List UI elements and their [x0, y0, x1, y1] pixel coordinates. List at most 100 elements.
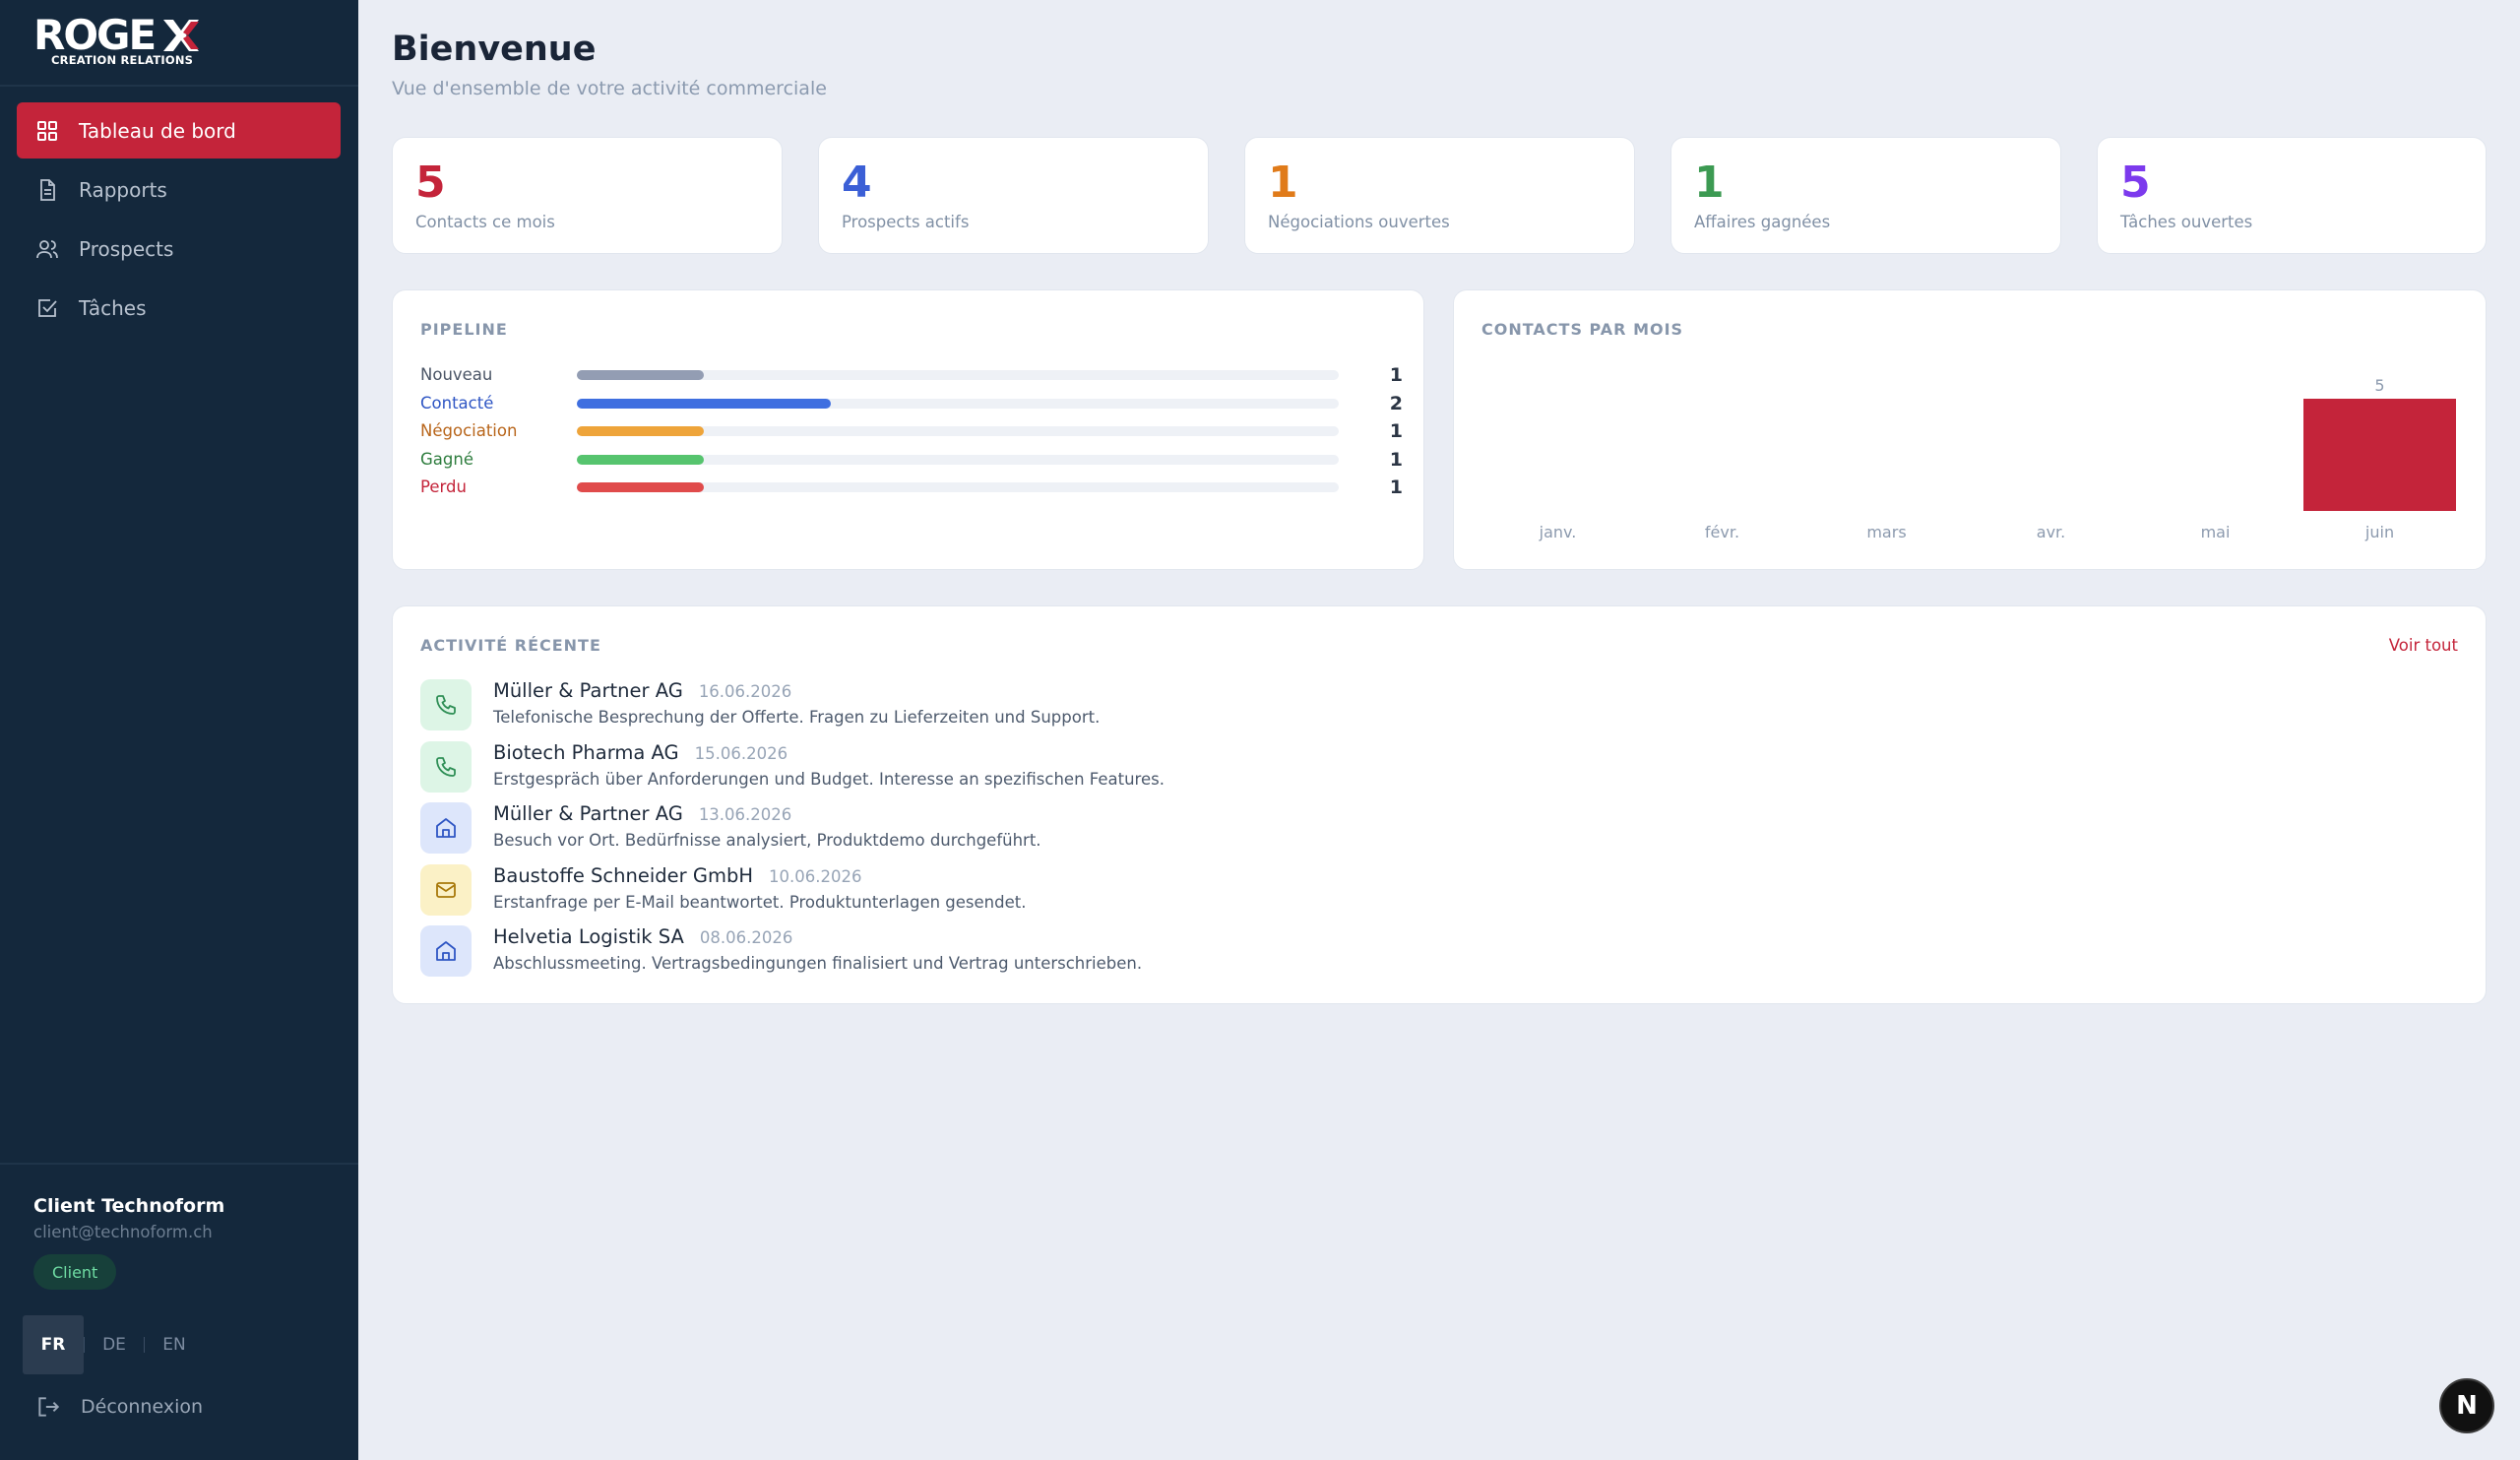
- see-all-link[interactable]: Voir tout: [2389, 636, 2458, 655]
- stat-card-won-deals: 1 Affaires gagnées: [1670, 137, 2061, 254]
- pipeline-track: [577, 454, 1339, 465]
- pipeline-stage-label: Gagné: [420, 449, 473, 469]
- home-icon: [420, 925, 472, 977]
- stat-label: Négociations ouvertes: [1268, 213, 1450, 231]
- sidebar-item-dashboard[interactable]: Tableau de bord: [17, 102, 341, 159]
- brand-name: ROGE: [33, 11, 157, 59]
- pipeline-stage-count: 2: [1389, 392, 1403, 414]
- pipeline-stage-count: 1: [1389, 448, 1403, 471]
- pipeline-stage-label: Négociation: [420, 421, 518, 440]
- sidebar-divider: [0, 1163, 358, 1165]
- stat-value: 5: [415, 158, 446, 208]
- pipeline-bar: [577, 370, 704, 380]
- pipeline-stage-label: Contacté: [420, 393, 494, 413]
- pipeline-track: [577, 398, 1339, 409]
- stat-label: Affaires gagnées: [1694, 213, 1831, 231]
- bar-column: [1646, 373, 1798, 511]
- activity-description: Telefonische Besprechung der Offerte. Fr…: [493, 708, 1101, 727]
- users-icon: [35, 237, 59, 261]
- stat-card-negotiations: 1 Négociations ouvertes: [1244, 137, 1635, 254]
- home-icon: [420, 802, 472, 854]
- activity-date: 16.06.2026: [698, 682, 792, 701]
- stat-card-tasks: 5 Tâches ouvertes: [2097, 137, 2487, 254]
- logout-icon: [38, 1397, 60, 1417]
- pipeline-stage-count: 1: [1389, 364, 1403, 386]
- page-subtitle: Vue d'ensemble de votre activité commerc…: [392, 78, 827, 99]
- sidebar-item-label: Tableau de bord: [79, 118, 236, 143]
- pipeline-bar: [577, 426, 704, 436]
- activity-description: Besuch vor Ort. Bedürfnisse analysiert, …: [493, 831, 1041, 850]
- stat-value: 1: [1694, 158, 1725, 208]
- stat-label: Tâches ouvertes: [2120, 213, 2253, 231]
- activity-company-name: Müller & Partner AG: [493, 679, 683, 702]
- sidebar-item-tasks[interactable]: Tâches: [17, 280, 341, 336]
- x-tick-label: janv.: [1539, 523, 1577, 541]
- pipeline-bar: [577, 398, 831, 409]
- bar-column: [1810, 373, 1963, 511]
- activity-title: ACTIVITÉ RÉCENTE: [420, 636, 601, 655]
- sidebar: ROGE CREATION RELATIONS Tableau de bord …: [0, 0, 358, 1460]
- activity-item[interactable]: Müller & Partner AG 13.06.2026 Besuch vor …: [420, 802, 1897, 857]
- bar-column: [1975, 373, 2127, 511]
- checkbox-icon: [35, 296, 59, 320]
- activity-item[interactable]: Müller & Partner AG 16.06.2026 Telefonisch…: [420, 679, 1897, 734]
- activity-company-name: Biotech Pharma AG: [493, 740, 679, 764]
- stat-value: 4: [842, 158, 872, 208]
- user-name: Client Technoform: [33, 1195, 225, 1217]
- activity-date: 15.06.2026: [694, 743, 788, 763]
- bar-value-label: 5: [2374, 376, 2385, 395]
- activity-description: Abschlussmeeting. Vertragsbedingungen fi…: [493, 954, 1143, 973]
- x-tick-label: mai: [2200, 523, 2231, 541]
- role-badge: Client: [33, 1254, 117, 1290]
- stat-label: Prospects actifs: [842, 213, 970, 231]
- user-email: client@technoform.ch: [33, 1223, 213, 1241]
- sidebar-item-reports[interactable]: Rapports: [17, 161, 341, 218]
- pipeline-stage-label: Nouveau: [420, 365, 493, 384]
- pipeline-stage-label: Perdu: [420, 477, 467, 496]
- activity-company: Biotech Pharma AG 15.06.2026: [493, 741, 788, 764]
- lang-de-button[interactable]: DE: [85, 1315, 144, 1374]
- x-tick-label: avr.: [2036, 523, 2066, 541]
- pipeline-bar: [577, 482, 704, 492]
- bar-column: [2139, 373, 2292, 511]
- pipeline-track: [577, 370, 1339, 380]
- pipeline-row: Gagné 1: [420, 446, 1405, 474]
- activity-company: Helvetia Logistik SA 08.06.2026: [493, 925, 792, 948]
- language-switcher: FR DE EN: [23, 1315, 204, 1374]
- pipeline-track: [577, 426, 1339, 436]
- document-icon: [35, 178, 59, 202]
- contacts-chart-card: CONTACTS PAR MOIS 5 janv. févr. mars avr. ma…: [1453, 289, 2487, 570]
- logout-button[interactable]: Déconnexion: [35, 1394, 203, 1420]
- activity-date: 10.06.2026: [769, 866, 862, 886]
- activity-item[interactable]: Baustoffe Schneider GmbH 10.06.2026 Erstan…: [420, 863, 1897, 920]
- pipeline-stage-count: 1: [1389, 420, 1403, 442]
- lang-en-button[interactable]: EN: [145, 1315, 204, 1374]
- bar[interactable]: [2303, 399, 2456, 511]
- sidebar-item-prospects[interactable]: Prospects: [17, 221, 341, 277]
- activity-company-name: Baustoffe Schneider GmbH: [493, 863, 754, 887]
- stat-value: 5: [2120, 158, 2151, 208]
- activity-date: 08.06.2026: [699, 928, 793, 947]
- phone-icon: [420, 740, 472, 793]
- pipeline-track: [577, 482, 1339, 492]
- nextjs-icon[interactable]: N: [2439, 1378, 2494, 1433]
- logout-label: Déconnexion: [81, 1396, 204, 1418]
- recent-activity-card: ACTIVITÉ RÉCENTE Voir tout Müller & Part…: [392, 605, 2487, 1004]
- activity-description: Erstgespräch über Anforderungen und Budg…: [493, 769, 1165, 789]
- activity-company-name: Helvetia Logistik SA: [493, 925, 684, 948]
- activity-item[interactable]: Biotech Pharma AG 15.06.2026 Erstgespräch …: [420, 740, 1897, 796]
- pipeline-row: Perdu 1: [420, 474, 1405, 501]
- activity-description: Erstanfrage per E-Mail beantwortet. Prod…: [493, 892, 1027, 912]
- pipeline-row: Nouveau 1: [420, 361, 1405, 389]
- activity-company: Müller & Partner AG 16.06.2026: [493, 679, 791, 702]
- x-tick-label: mars: [1866, 523, 1907, 541]
- lang-fr-button[interactable]: FR: [23, 1315, 84, 1374]
- mail-icon: [420, 863, 472, 916]
- logo-x-icon: [163, 20, 199, 51]
- activity-company: Baustoffe Schneider GmbH 10.06.2026: [493, 864, 862, 887]
- activity-item[interactable]: Helvetia Logistik SA 08.06.2026 Abschlussm…: [420, 925, 1897, 981]
- activity-company-name: Müller & Partner AG: [493, 802, 683, 825]
- sidebar-item-label: Rapports: [79, 177, 167, 202]
- pipeline-stage-count: 1: [1389, 476, 1403, 498]
- brand-logo[interactable]: ROGE CREATION RELATIONS: [33, 14, 201, 69]
